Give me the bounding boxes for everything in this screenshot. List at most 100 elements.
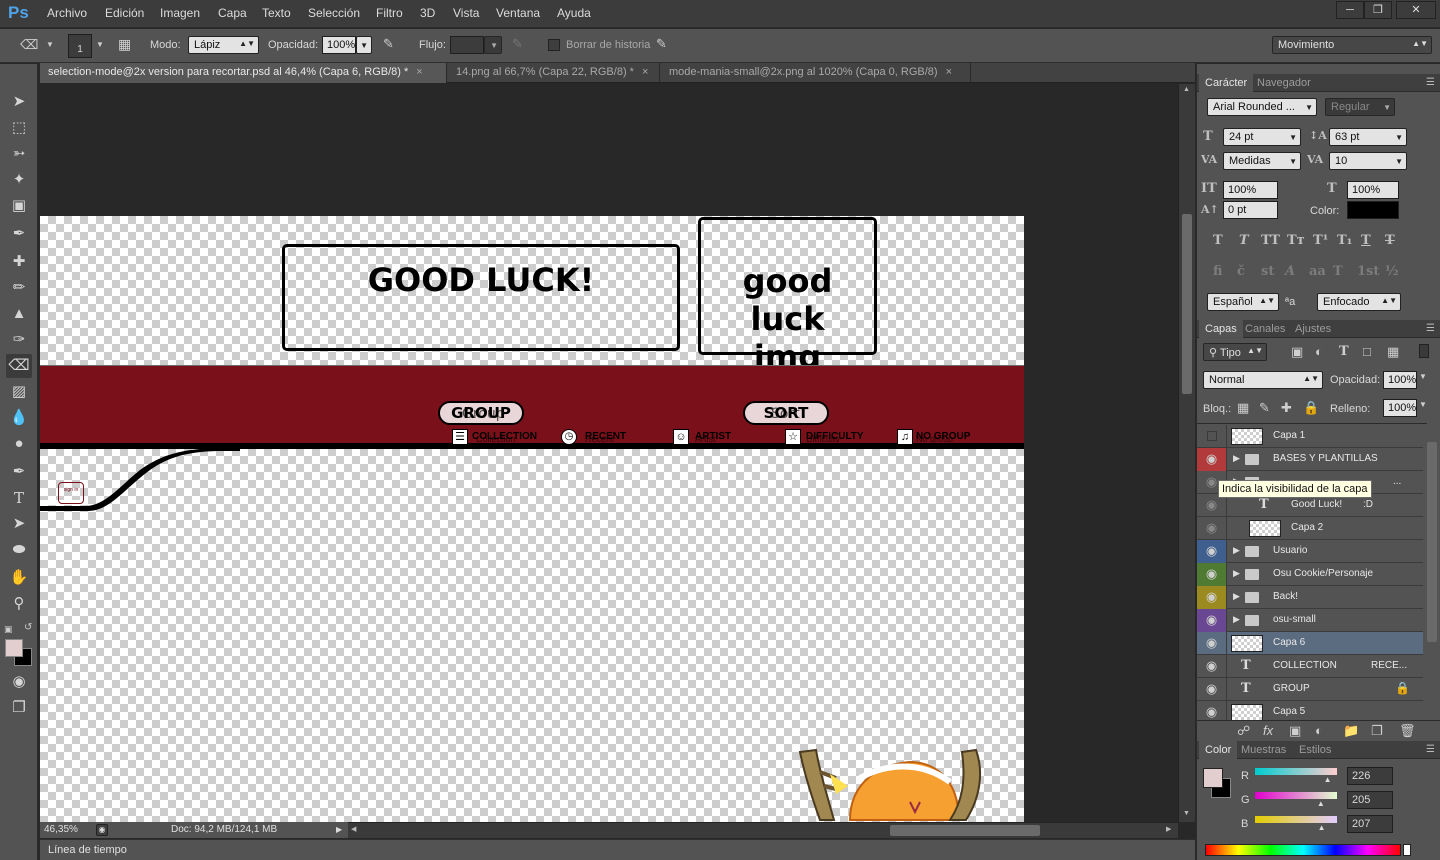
green-slider[interactable] bbox=[1255, 792, 1337, 799]
menu-capa[interactable]: Capa bbox=[218, 6, 247, 20]
layer-row[interactable]: ◉ ▶ osu-small bbox=[1197, 609, 1423, 632]
marquee-tool-icon[interactable]: ⬚ bbox=[6, 116, 32, 140]
titling-alternates-icon[interactable]: T bbox=[1333, 264, 1343, 279]
faux-italic-icon[interactable]: T bbox=[1239, 233, 1249, 248]
gradient-tool-icon[interactable]: ▨ bbox=[6, 380, 32, 404]
eraser-tool-preset-icon[interactable]: ⌫ bbox=[20, 37, 38, 53]
tracking-select[interactable]: 10 ▼ bbox=[1329, 152, 1407, 170]
blend-mode-select[interactable]: Normal ▲▼ bbox=[1203, 371, 1323, 389]
font-size-input[interactable]: 24 pt ▼ bbox=[1223, 128, 1301, 146]
shape-tool-icon[interactable]: ⬬ bbox=[6, 538, 32, 562]
vertical-scale-input[interactable]: 100% bbox=[1223, 181, 1278, 199]
expand-triangle-icon[interactable]: ▶ bbox=[1233, 614, 1240, 625]
filter-adjustment-icon[interactable]: ◐ bbox=[1315, 344, 1323, 359]
filter-type-icon[interactable]: T bbox=[1339, 344, 1349, 359]
stylistic-alternates-icon[interactable]: aa bbox=[1309, 264, 1326, 279]
history-brush-tool-icon[interactable]: ✑ bbox=[6, 328, 32, 352]
visibility-eye-icon[interactable]: ◉ bbox=[1197, 701, 1227, 721]
vertical-scrollbar[interactable]: ▲ ▼ bbox=[1178, 84, 1195, 822]
green-input[interactable]: 205 bbox=[1347, 791, 1393, 809]
tab-mode-mania[interactable]: mode-mania-small@2x.png al 1020% (Capa 0… bbox=[661, 63, 971, 83]
minimize-icon[interactable]: ─ bbox=[1336, 1, 1364, 19]
strikethrough-icon[interactable]: T bbox=[1385, 233, 1395, 248]
layer-list-scroll-thumb[interactable] bbox=[1427, 442, 1437, 642]
leading-input[interactable]: 63 pt ▼ bbox=[1329, 128, 1407, 146]
menu-edicion[interactable]: Edición bbox=[105, 6, 144, 20]
layer-row[interactable]: ◉ T COLLECTION RECE... bbox=[1197, 655, 1423, 678]
screen-mode-icon[interactable]: ❐ bbox=[6, 696, 32, 720]
layer-opacity-input[interactable]: 100% bbox=[1383, 371, 1417, 389]
flow-input[interactable] bbox=[450, 36, 484, 54]
pen-tool-icon[interactable]: ✒ bbox=[6, 460, 32, 484]
tab-14png[interactable]: 14.png al 66,7% (Capa 22, RGB/8) * × bbox=[448, 63, 660, 83]
menu-vista[interactable]: Vista bbox=[453, 6, 479, 20]
zoom-level[interactable]: 46,35% bbox=[44, 824, 78, 835]
font-style-select[interactable]: Regular ▼ bbox=[1325, 98, 1395, 116]
scroll-right-icon[interactable]: ▶ bbox=[1166, 825, 1171, 833]
fill-arrow-icon[interactable]: ▼ bbox=[1419, 400, 1427, 409]
visibility-eye-icon[interactable]: ◉ bbox=[1197, 678, 1227, 701]
layer-row[interactable]: ◉ ▶ Osu Cookie/Personaje bbox=[1197, 563, 1423, 586]
filter-smart-object-icon[interactable]: ▦ bbox=[1387, 344, 1399, 360]
character-panel-menu-icon[interactable]: ☰ bbox=[1426, 77, 1435, 88]
layer-row[interactable]: ◉ ▶ Usuario bbox=[1197, 540, 1423, 563]
scroll-left-icon[interactable]: ◀ bbox=[351, 825, 356, 833]
spectrum-white-swatch[interactable] bbox=[1403, 844, 1411, 856]
tab-selection-mode[interactable]: selection-mode@2x version para recortar.… bbox=[40, 63, 447, 83]
tab-capas[interactable]: Capas bbox=[1199, 320, 1243, 338]
visibility-eye-icon[interactable]: ◉ bbox=[1197, 517, 1227, 540]
text-color-swatch[interactable] bbox=[1347, 201, 1399, 219]
baseline-shift-input[interactable]: 0 pt bbox=[1223, 201, 1278, 219]
faux-bold-icon[interactable]: T bbox=[1213, 233, 1223, 248]
superscript-icon[interactable]: T¹ bbox=[1313, 233, 1328, 248]
visibility-eye-icon[interactable]: ◉ bbox=[1197, 609, 1227, 632]
blue-slider[interactable] bbox=[1255, 816, 1337, 823]
layer-row[interactable]: ◉ Capa 2 bbox=[1197, 517, 1423, 540]
brush-size-picker[interactable]: 1 bbox=[68, 34, 92, 58]
filter-toggle[interactable] bbox=[1419, 344, 1429, 358]
all-caps-icon[interactable]: TT bbox=[1261, 233, 1280, 248]
new-group-icon[interactable]: 📁 bbox=[1343, 723, 1359, 739]
visibility-eye-icon[interactable]: ◉ bbox=[1197, 655, 1227, 678]
layer-row[interactable]: Capa 1 bbox=[1197, 425, 1423, 448]
horizontal-scale-input[interactable]: 100% bbox=[1347, 181, 1399, 199]
layer-list[interactable]: Capa 1 ◉ ▶ BASES Y PLANTILLAS ◉ ▶... ◉ T Good Lu… bbox=[1197, 423, 1427, 721]
preset-dropdown-arrow-icon[interactable]: ▼ bbox=[46, 40, 54, 49]
tab-caracter[interactable]: Carácter bbox=[1199, 74, 1254, 92]
horizontal-scroll-thumb[interactable] bbox=[890, 825, 1040, 836]
menu-filtro[interactable]: Filtro bbox=[376, 6, 403, 20]
tab-ajustes[interactable]: Ajustes bbox=[1289, 320, 1337, 338]
clone-stamp-tool-icon[interactable]: ▲ bbox=[6, 302, 32, 326]
color-panel-fg-swatch[interactable] bbox=[1203, 768, 1223, 788]
tab-canales[interactable]: Canales bbox=[1239, 320, 1291, 338]
red-input[interactable]: 226 bbox=[1347, 767, 1393, 785]
move-tool-icon[interactable]: ➤ bbox=[6, 90, 32, 114]
status-menu-arrow-icon[interactable]: ▶ bbox=[336, 825, 342, 834]
menu-3d[interactable]: 3D bbox=[420, 6, 435, 20]
scroll-up-icon[interactable]: ▲ bbox=[1183, 86, 1190, 93]
timeline-tab[interactable]: Línea de tiempo bbox=[48, 844, 127, 856]
opacity-input[interactable]: 100% bbox=[322, 36, 356, 54]
discretionary-ligatures-icon[interactable]: st bbox=[1261, 264, 1274, 279]
zoom-tool-icon[interactable]: ⚲ bbox=[6, 592, 32, 616]
lock-transparency-icon[interactable]: ▦ bbox=[1237, 400, 1249, 416]
tab-estilos[interactable]: Estilos bbox=[1293, 741, 1337, 759]
expand-triangle-icon[interactable]: ▶ bbox=[1233, 453, 1240, 464]
foreground-color-swatch[interactable] bbox=[5, 639, 23, 657]
close-tab-icon[interactable]: × bbox=[642, 66, 648, 78]
color-spectrum-bar[interactable] bbox=[1205, 844, 1401, 856]
layer-row[interactable]: ◉ T GROUP 🔒 bbox=[1197, 678, 1423, 701]
old-style-icon[interactable]: č bbox=[1237, 264, 1245, 279]
brush-tool-icon[interactable]: ✏ bbox=[6, 276, 32, 300]
layer-row[interactable]: ◉ Capa 5 bbox=[1197, 701, 1423, 721]
restore-icon[interactable]: ❐ bbox=[1364, 1, 1392, 19]
menu-seleccion[interactable]: Selección bbox=[308, 6, 360, 20]
menu-texto[interactable]: Texto bbox=[262, 6, 291, 20]
small-caps-icon[interactable]: Tт bbox=[1287, 233, 1305, 248]
horizontal-scrollbar[interactable]: ◀ ▶ bbox=[348, 822, 1178, 838]
new-adjustment-icon[interactable]: ◐ bbox=[1315, 723, 1323, 738]
blue-slider-thumb[interactable]: ▲ bbox=[1318, 823, 1326, 832]
brush-dropdown-arrow-icon[interactable]: ▼ bbox=[96, 40, 104, 49]
type-tool-icon[interactable]: T bbox=[6, 486, 32, 510]
path-selection-tool-icon[interactable]: ➤ bbox=[6, 512, 32, 536]
